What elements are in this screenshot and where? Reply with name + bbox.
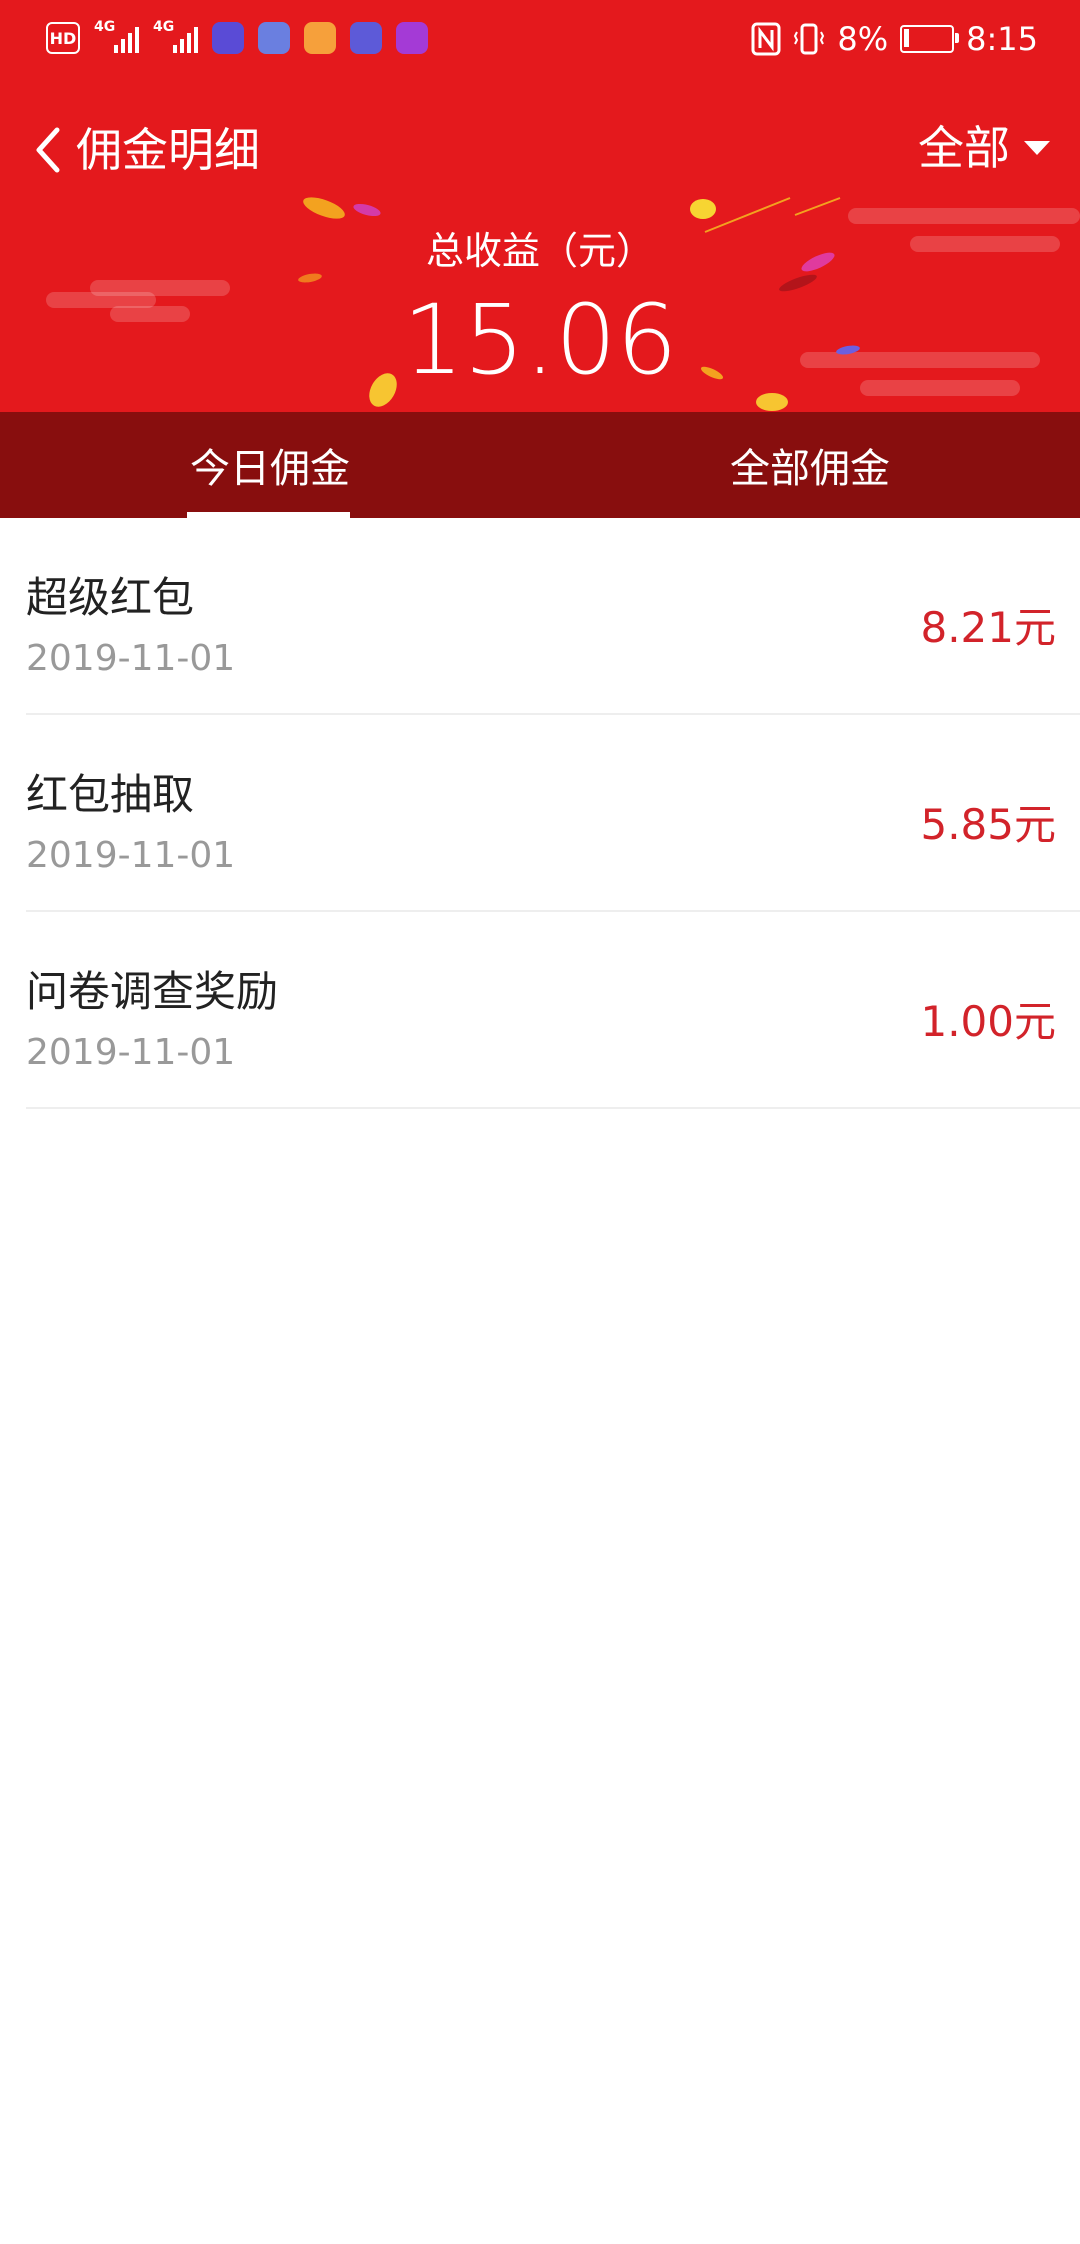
commission-list: 超级红包 2019-11-01 8.21元 红包抽取 2019-11-01 5.… xyxy=(0,518,1080,1109)
list-item[interactable]: 超级红包 2019-11-01 8.21元 xyxy=(26,518,1080,715)
record-amount: 8.21元 xyxy=(920,603,1056,652)
tab-label: 全部佣金 xyxy=(730,446,890,492)
header-banner: HD 4G 4G 8% 8:15 佣金明细 全部 总收益（元） 15.06 xyxy=(0,0,1080,412)
star-app-icon xyxy=(304,22,336,54)
back-button[interactable] xyxy=(18,120,78,180)
record-date: 2019-11-01 xyxy=(26,638,236,679)
vibrate-icon xyxy=(794,23,825,55)
filter-dropdown[interactable]: 全部 xyxy=(918,118,1050,178)
chevron-left-icon xyxy=(36,127,60,173)
total-earnings-label: 总收益（元） xyxy=(425,229,654,273)
tab-all-commission[interactable]: 全部佣金 xyxy=(540,412,1080,518)
record-date: 2019-11-01 xyxy=(26,1032,236,1073)
battery-percent: 8% xyxy=(837,20,889,58)
filter-label: 全部 xyxy=(918,121,1010,175)
shield-app-icon xyxy=(212,22,244,54)
total-earnings-value: 15.06 xyxy=(402,284,678,396)
list-item[interactable]: 问卷调查奖励 2019-11-01 1.00元 xyxy=(26,912,1080,1109)
status-bar: HD 4G 4G 8% 8:15 xyxy=(0,0,1080,86)
nfc-icon xyxy=(751,22,781,56)
navigation-bar: 佣金明细 全部 xyxy=(0,100,1080,200)
record-title: 红包抽取 xyxy=(26,770,195,819)
signal-4g-icon: 4G xyxy=(94,19,139,53)
page-title: 佣金明细 xyxy=(76,123,260,177)
record-amount: 1.00元 xyxy=(920,997,1056,1046)
wallet-app-icon xyxy=(258,22,290,54)
hd-icon: HD xyxy=(46,22,80,54)
video-app-icon xyxy=(396,22,428,54)
record-amount: 5.85元 xyxy=(920,800,1056,849)
tab-label: 今日佣金 xyxy=(190,446,350,492)
list-item[interactable]: 红包抽取 2019-11-01 5.85元 xyxy=(26,715,1080,912)
clock: 8:15 xyxy=(966,20,1038,58)
record-title: 问卷调查奖励 xyxy=(26,967,279,1016)
record-title: 超级红包 xyxy=(26,573,195,622)
caret-down-icon xyxy=(1024,141,1050,155)
record-date: 2019-11-01 xyxy=(26,835,236,876)
commission-tabs: 今日佣金 全部佣金 xyxy=(0,412,1080,518)
tab-today-commission[interactable]: 今日佣金 xyxy=(0,412,540,518)
battery-icon xyxy=(900,25,960,53)
broadcast-app-icon xyxy=(350,22,382,54)
signal-4g-icon: 4G xyxy=(153,19,198,53)
